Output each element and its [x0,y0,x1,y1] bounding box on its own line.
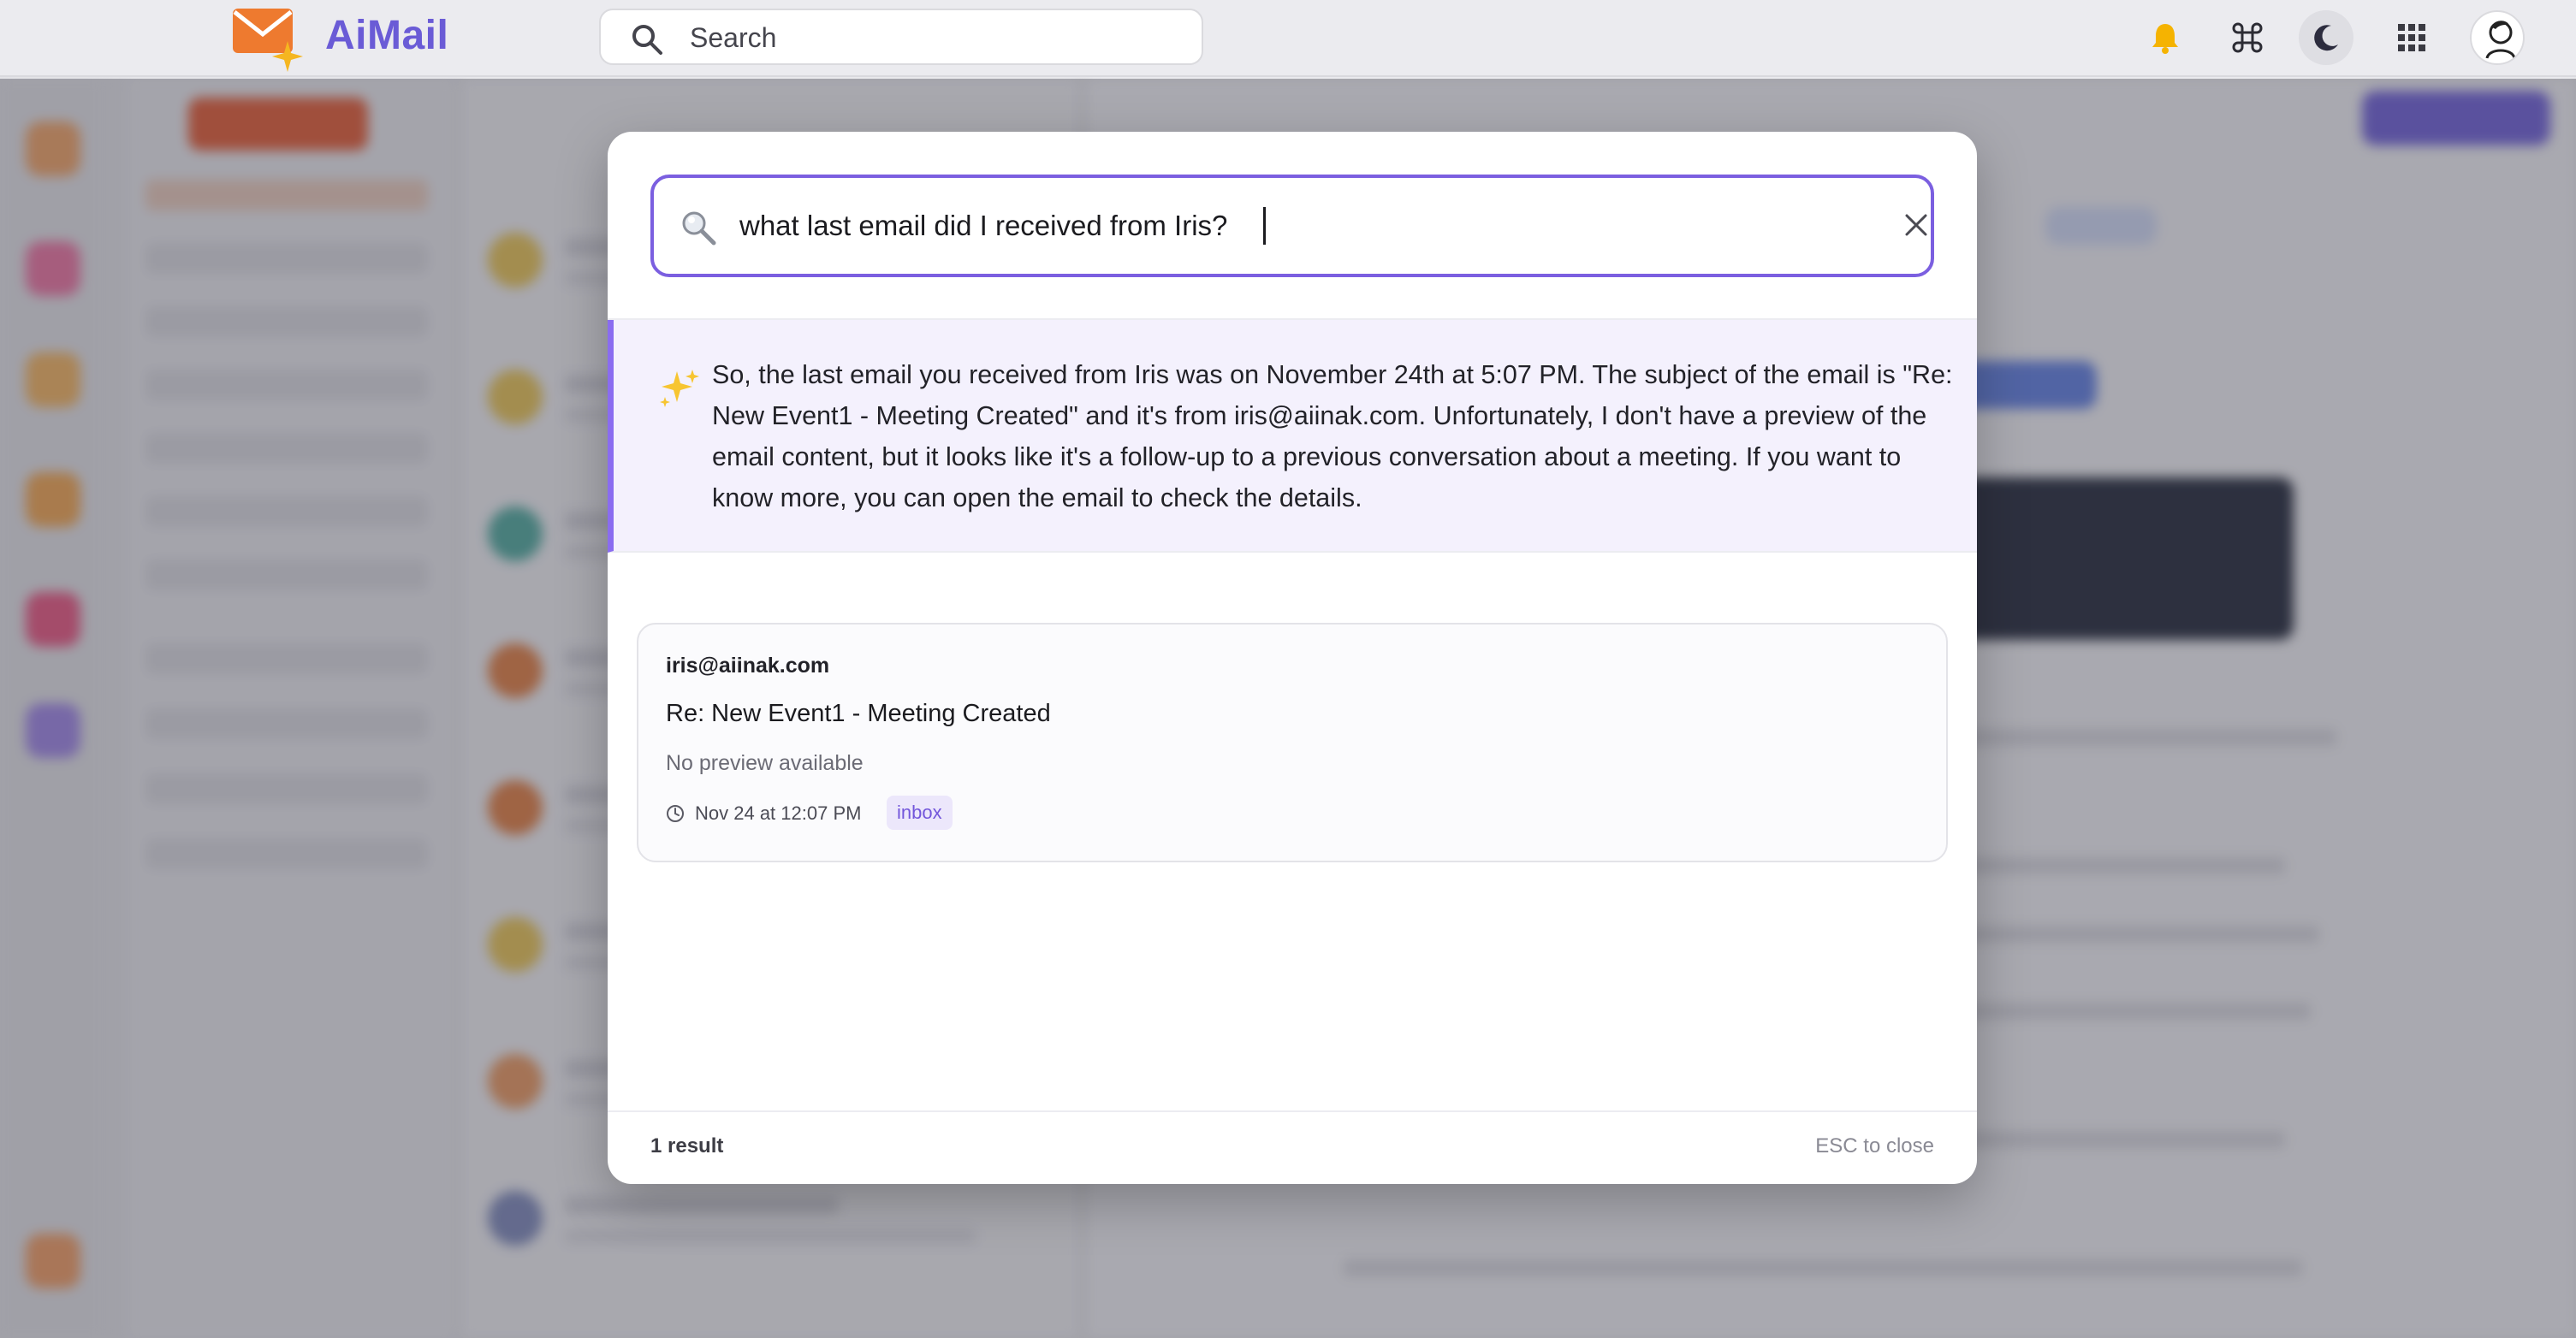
result-sender: iris@aiinak.com [666,654,830,678]
top-header: AiMail Search [0,0,2576,77]
avatar[interactable] [2470,10,2525,65]
command-icon [2232,22,2263,53]
result-count: 1 result [650,1134,724,1157]
result-preview: No preview available [666,751,864,775]
clock-icon [667,805,684,822]
ai-search-input[interactable] [739,178,1818,274]
search-result-card[interactable]: iris@aiinak.com Re: New Event1 - Meeting… [637,623,1948,862]
moon-icon [2314,25,2338,51]
search-icon [632,25,662,55]
ai-search-field[interactable] [650,175,1934,277]
folder-badge: inbox [887,796,953,830]
brand-name: AiMail [325,13,449,58]
aimail-logo-icon [233,9,303,72]
ai-answer-text: So, the last email you received from Iri… [712,360,1953,512]
header-search-bar[interactable]: Search [599,9,1203,65]
search-placeholder: Search [690,22,777,53]
bell-icon [2152,24,2178,54]
apps-grid-icon [2398,24,2425,51]
avatar-icon [2485,21,2516,59]
divider [608,1110,1977,1112]
ai-answer-panel: So, the last email you received from Iri… [608,320,1977,553]
magnifier-icon [682,211,716,246]
result-date: Nov 24 at 12:07 PM [695,802,862,824]
close-hint: ESC to close [1815,1134,1934,1157]
sparkles-icon [660,370,699,407]
notifications-button[interactable] [2138,10,2193,65]
clear-search-icon[interactable] [1903,212,1929,238]
theme-toggle-button[interactable] [2299,10,2353,65]
ai-search-modal: So, the last email you received from Iri… [608,132,1977,1184]
apps-button[interactable] [2384,10,2439,65]
result-subject: Re: New Event1 - Meeting Created [666,700,1051,727]
command-palette-button[interactable] [2220,10,2275,65]
text-caret [1263,207,1266,245]
